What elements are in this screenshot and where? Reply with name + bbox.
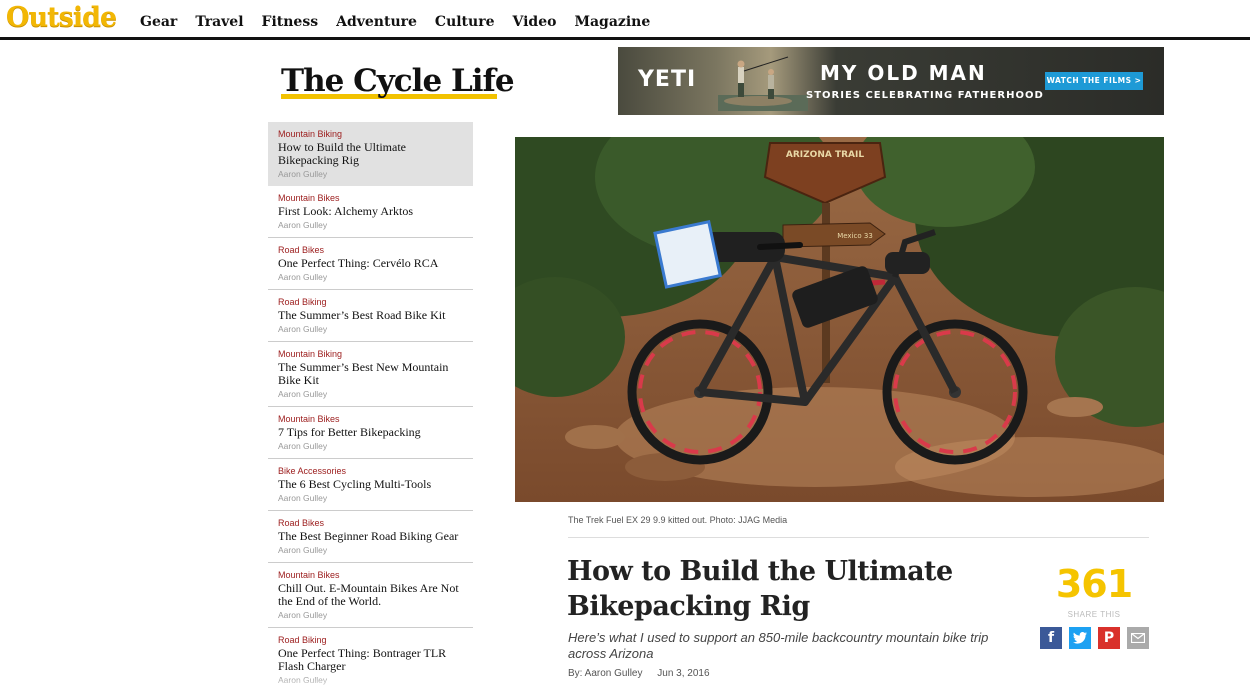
sidebar-item-title[interactable]: How to Build the Ultimate Bikepacking Ri… xyxy=(278,141,463,167)
ad-cta-button[interactable]: WATCH THE FILMS > xyxy=(1045,72,1143,90)
nav-culture[interactable]: Culture xyxy=(435,14,495,30)
sidebar-item-author: Aaron Gulley xyxy=(278,324,328,334)
ad-headline: MY OLD MAN xyxy=(820,61,987,85)
twitter-icon[interactable] xyxy=(1069,627,1091,649)
sidebar-item[interactable]: Mountain Biking How to Build the Ultimat… xyxy=(268,122,473,186)
nav-gear[interactable]: Gear xyxy=(140,14,177,30)
main-nav: Gear Travel Fitness Adventure Culture Vi… xyxy=(140,14,650,30)
share-count: 361 xyxy=(1055,562,1133,606)
sidebar-item-title[interactable]: The Best Beginner Road Biking Gear xyxy=(278,530,463,543)
sidebar-item-author: Aaron Gulley xyxy=(278,389,328,399)
share-label: SHARE THIS xyxy=(1067,610,1121,619)
sidebar-item-title[interactable]: The 6 Best Cycling Multi-Tools xyxy=(278,478,463,491)
sidebar-item[interactable]: Bike Accessories The 6 Best Cycling Mult… xyxy=(268,459,473,511)
sidebar-item[interactable]: Mountain Bikes 7 Tips for Better Bikepac… xyxy=(268,407,473,459)
share-buttons: f P xyxy=(1040,627,1149,649)
sidebar-item-author: Aaron Gulley xyxy=(278,272,328,282)
article-headline: How to Build the Ultimate Bikepacking Ri… xyxy=(567,556,953,622)
pinterest-icon[interactable]: P xyxy=(1098,627,1120,649)
blog-title[interactable]: The Cycle Life xyxy=(281,62,515,100)
sidebar-item-author: Aaron Gulley xyxy=(278,545,328,555)
ad-subhead: STORIES CELEBRATING FATHERHOOD xyxy=(806,90,1044,101)
sidebar-item-title[interactable]: Chill Out. E-Mountain Bikes Are Not the … xyxy=(278,582,463,608)
image-caption: The Trek Fuel EX 29 9.9 kitted out. Phot… xyxy=(568,515,788,525)
sidebar-item-author: Aaron Gulley xyxy=(278,220,328,230)
sidebar-item[interactable]: Mountain Biking The Summer’s Best New Mo… xyxy=(268,342,473,407)
sidebar-item[interactable]: Mountain Bikes Chill Out. E-Mountain Bik… xyxy=(268,563,473,628)
sidebar-item-title[interactable]: The Summer’s Best New Mountain Bike Kit xyxy=(278,361,463,387)
sidebar-item-author: Aaron Gulley xyxy=(278,441,328,451)
sidebar-item-category[interactable]: Mountain Biking xyxy=(278,128,463,140)
ad-brand: YETI xyxy=(638,67,697,92)
ad-fishermen-image xyxy=(718,56,808,111)
nav-travel[interactable]: Travel xyxy=(195,14,243,30)
sidebar-item[interactable]: Road Bikes The Best Beginner Road Biking… xyxy=(268,511,473,563)
facebook-icon[interactable]: f xyxy=(1040,627,1062,649)
sidebar-item[interactable]: Road Biking The Summer’s Best Road Bike … xyxy=(268,290,473,342)
sidebar-item[interactable]: Mountain Bikes First Look: Alchemy Arkto… xyxy=(268,186,473,238)
sidebar-item-author: Aaron Gulley xyxy=(278,610,328,620)
email-icon[interactable] xyxy=(1127,627,1149,649)
sidebar-item-category[interactable]: Mountain Bikes xyxy=(278,413,463,425)
sidebar-item[interactable]: Road Bikes One Perfect Thing: Cervélo RC… xyxy=(268,238,473,290)
site-logo[interactable]: Outside xyxy=(6,2,117,33)
sidebar-item-category[interactable]: Road Bikes xyxy=(278,517,463,529)
ad-banner[interactable]: YETI MY OLD MAN STORIES CELEBRATING FATH… xyxy=(618,47,1164,115)
sign-text: ARIZONA TRAIL xyxy=(786,150,864,160)
sidebar-item-category[interactable]: Bike Accessories xyxy=(278,465,463,477)
sidebar-item-author: Aaron Gulley xyxy=(278,675,328,685)
sidebar-item-category[interactable]: Road Biking xyxy=(278,634,463,646)
sidebar-item-category[interactable]: Mountain Bikes xyxy=(278,569,463,581)
sidebar-item-title[interactable]: One Perfect Thing: Bontrager TLR Flash C… xyxy=(278,647,463,673)
nav-fitness[interactable]: Fitness xyxy=(262,14,319,30)
byline-author[interactable]: By: Aaron Gulley xyxy=(568,668,642,679)
sign-arrow-text: Mexico 33 xyxy=(837,232,873,240)
sidebar-item-category[interactable]: Mountain Bikes xyxy=(278,192,463,204)
sidebar-item-category[interactable]: Road Bikes xyxy=(278,244,463,256)
top-nav: Outside Gear Travel Fitness Adventure Cu… xyxy=(0,0,1250,40)
sidebar-item-author: Aaron Gulley xyxy=(278,169,328,179)
sidebar-item[interactable]: Road Biking One Perfect Thing: Bontrager… xyxy=(268,628,473,691)
sidebar-item-category[interactable]: Mountain Biking xyxy=(278,348,463,360)
caption-divider xyxy=(568,537,1149,538)
sidebar-item-category[interactable]: Road Biking xyxy=(278,296,463,308)
nav-video[interactable]: Video xyxy=(513,14,557,30)
hero-image: ARIZONA TRAIL Mexico 33 xyxy=(515,137,1164,502)
article-byline: By: Aaron Gulley Jun 3, 2016 xyxy=(568,668,722,679)
hero-photo-bike: ARIZONA TRAIL Mexico 33 xyxy=(515,137,1164,502)
nav-magazine[interactable]: Magazine xyxy=(574,14,650,30)
article-dek: Here’s what I used to support an 850-mil… xyxy=(568,630,989,661)
sidebar-item-title[interactable]: The Summer’s Best Road Bike Kit xyxy=(278,309,463,322)
sidebar-item-title[interactable]: 7 Tips for Better Bikepacking xyxy=(278,426,463,439)
byline-date: Jun 3, 2016 xyxy=(657,668,710,679)
sidebar-item-author: Aaron Gulley xyxy=(278,493,328,503)
sidebar-item-title[interactable]: First Look: Alchemy Arktos xyxy=(278,205,463,218)
sidebar-item-title[interactable]: One Perfect Thing: Cervélo RCA xyxy=(278,257,463,270)
related-articles-sidebar: Mountain Biking How to Build the Ultimat… xyxy=(268,122,473,691)
nav-adventure[interactable]: Adventure xyxy=(336,14,417,30)
